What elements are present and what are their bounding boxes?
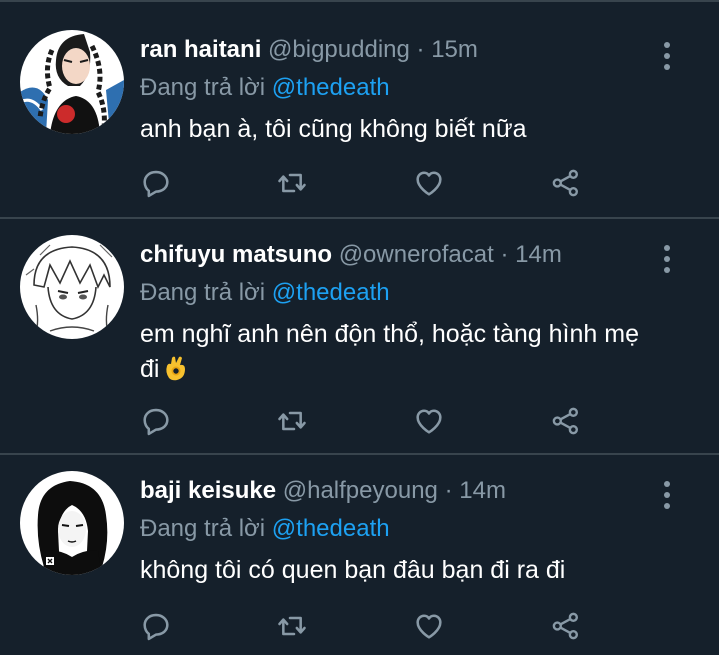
retweet-button[interactable] xyxy=(272,163,312,203)
reply-feed: ran haitani @bigpudding · 15m Đang trả l… xyxy=(0,0,719,655)
speech-bubble-icon xyxy=(140,405,172,437)
like-button[interactable] xyxy=(409,606,449,646)
replying-to-line: Đang trả lời @thedeath xyxy=(140,70,649,106)
reply-tweet[interactable]: chifuyu matsuno @ownerofacat · 14m Đang … xyxy=(0,219,719,453)
tweet-text: em nghĩ anh nên độn thổ, hoặc tàng hình … xyxy=(140,317,649,392)
timestamp[interactable]: 15m xyxy=(431,36,478,63)
tweet-content: ran haitani @bigpudding · 15m Đang trả l… xyxy=(140,30,649,147)
tweet-text: không tôi có quen bạn đâu bạn đi ra đi xyxy=(140,556,566,584)
retweet-arrows-icon xyxy=(276,167,308,199)
mention-link[interactable]: @thedeath xyxy=(272,74,390,101)
speech-bubble-icon xyxy=(140,610,172,642)
separator-dot: · xyxy=(444,477,453,504)
replying-to-label: Đang trả lời xyxy=(140,279,266,306)
avatar[interactable] xyxy=(20,471,124,575)
retweet-button[interactable] xyxy=(272,401,312,441)
tweet-header: chifuyu matsuno @ownerofacat · 14m xyxy=(140,235,649,275)
share-icon xyxy=(550,610,582,642)
user-handle[interactable]: @bigpudding xyxy=(268,36,410,63)
share-button[interactable] xyxy=(546,606,586,646)
separator-dot: · xyxy=(416,36,425,63)
tweet-header: ran haitani @bigpudding · 15m xyxy=(140,30,649,70)
replying-to-line: Đang trả lời @thedeath xyxy=(140,511,649,547)
reply-button[interactable] xyxy=(136,401,176,441)
display-name[interactable]: ran haitani xyxy=(140,36,261,63)
heart-icon xyxy=(413,405,445,437)
share-icon xyxy=(550,167,582,199)
display-name[interactable]: baji keisuke xyxy=(140,477,276,504)
user-handle[interactable]: @halfpeyoung xyxy=(283,477,438,504)
mention-link[interactable]: @thedeath xyxy=(272,279,390,306)
replying-to-label: Đang trả lời xyxy=(140,515,266,542)
mention-link[interactable]: @thedeath xyxy=(272,515,390,542)
timestamp[interactable]: 14m xyxy=(515,241,562,268)
reply-tweet[interactable]: ran haitani @bigpudding · 15m Đang trả l… xyxy=(0,2,719,217)
separator-dot: · xyxy=(500,241,509,268)
avatar[interactable] xyxy=(20,30,124,134)
user-handle[interactable]: @ownerofacat xyxy=(339,241,494,268)
tweet-content: baji keisuke @halfpeyoung · 14m Đang trả… xyxy=(140,471,649,588)
retweet-arrows-icon xyxy=(276,405,308,437)
reply-tweet[interactable]: baji keisuke @halfpeyoung · 14m Đang trả… xyxy=(0,455,719,655)
tweet-content: chifuyu matsuno @ownerofacat · 14m Đang … xyxy=(140,235,649,392)
replying-to-label: Đang trả lời xyxy=(140,74,266,101)
replying-to-line: Đang trả lời @thedeath xyxy=(140,275,649,311)
like-button[interactable] xyxy=(409,163,449,203)
retweet-arrows-icon xyxy=(276,610,308,642)
more-vertical-icon[interactable] xyxy=(663,42,671,75)
more-vertical-icon[interactable] xyxy=(663,481,671,514)
timestamp[interactable]: 14m xyxy=(459,477,506,504)
reply-button[interactable] xyxy=(136,163,176,203)
speech-bubble-icon xyxy=(140,167,172,199)
ok-hand-emoji xyxy=(163,354,189,392)
tweet-text: anh bạn à, tôi cũng không biết nữa xyxy=(140,115,527,143)
action-bar xyxy=(140,163,600,203)
tweet-header: baji keisuke @halfpeyoung · 14m xyxy=(140,471,649,511)
reply-button[interactable] xyxy=(136,606,176,646)
action-bar xyxy=(140,606,600,646)
share-icon xyxy=(550,405,582,437)
more-vertical-icon[interactable] xyxy=(663,245,671,278)
like-button[interactable] xyxy=(409,401,449,441)
tweet-text-content: em nghĩ anh nên độn thổ, hoặc tàng hình … xyxy=(140,320,639,383)
share-button[interactable] xyxy=(546,163,586,203)
avatar[interactable] xyxy=(20,235,124,339)
heart-icon xyxy=(413,610,445,642)
display-name[interactable]: chifuyu matsuno xyxy=(140,241,332,268)
action-bar xyxy=(140,401,600,441)
retweet-button[interactable] xyxy=(272,606,312,646)
heart-icon xyxy=(413,167,445,199)
share-button[interactable] xyxy=(546,401,586,441)
